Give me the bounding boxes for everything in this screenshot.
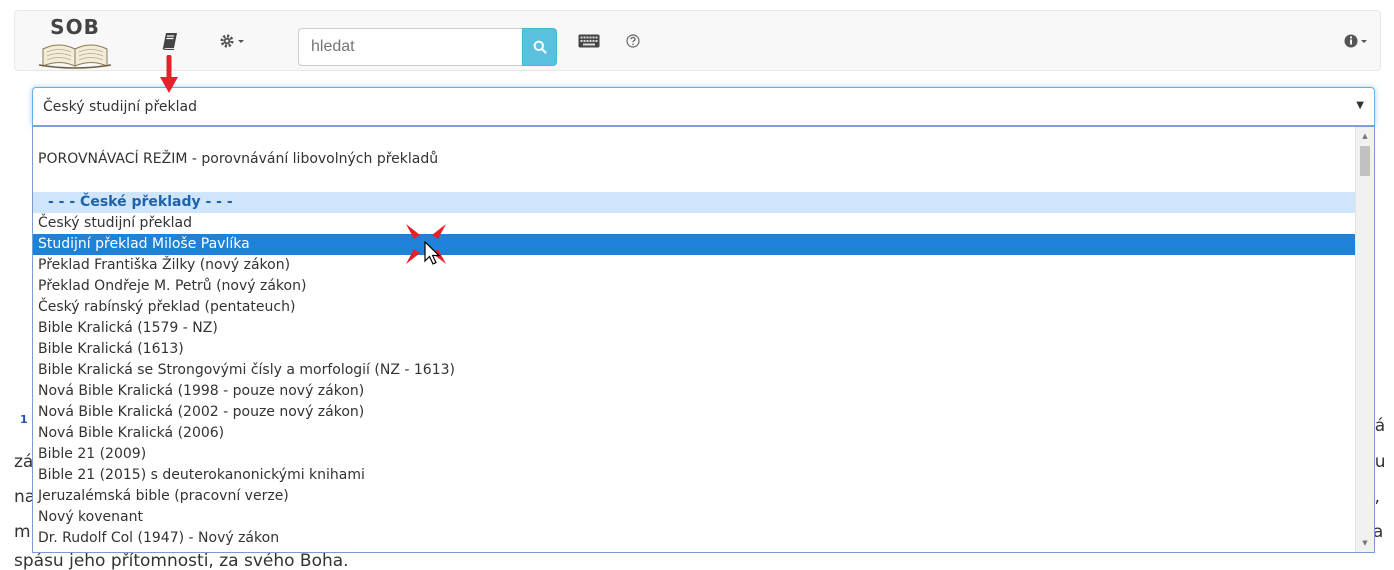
info-menu-icon[interactable] <box>1344 29 1370 53</box>
gear-icon[interactable] <box>219 29 249 53</box>
translation-option[interactable]: Studijní překlad Miloše Pavlíka <box>33 234 1356 255</box>
dropdown-scrollbar[interactable]: ▲ ▼ <box>1355 127 1374 552</box>
open-book-logo-icon <box>38 44 112 69</box>
translation-option[interactable]: Jeruzalémská bible (pracovní verze) <box>33 486 1356 507</box>
logo-text: SOB <box>50 15 100 39</box>
search-icon <box>533 40 547 54</box>
verse-number[interactable]: 1 <box>20 413 28 426</box>
book-icon[interactable] <box>162 29 178 53</box>
translation-option[interactable]: Překlad Ondřeje M. Petrů (nový zákon) <box>33 276 1356 297</box>
keyboard-icon[interactable] <box>578 29 600 53</box>
translation-option[interactable]: Nový kovenant <box>33 507 1356 528</box>
navbar: SOB <box>14 10 1381 71</box>
option-compare-mode[interactable]: POROVNÁVACÍ REŽIM - porovnávání libovoln… <box>33 149 1356 170</box>
search-input[interactable] <box>298 28 523 66</box>
search-button[interactable] <box>522 28 557 66</box>
translation-option[interactable]: Bible Kralická se Strongovými čísly a mo… <box>33 360 1356 381</box>
translation-option[interactable]: Nová Bible Kralická (2006) <box>33 423 1356 444</box>
translation-option[interactable]: Bible 21 (2015) s deuterokanonickými kni… <box>33 465 1356 486</box>
translation-select-value: Český studijní překlad <box>43 98 197 115</box>
translation-select[interactable]: Český studijní překlad ▼ <box>32 87 1375 126</box>
scroll-thumb[interactable] <box>1360 146 1370 176</box>
translation-option[interactable]: Český rabínský překlad (pentateuch) <box>33 297 1356 318</box>
optgroup-czech-translations: - - - České překlady - - - <box>33 192 1356 213</box>
select-caret-icon: ▼ <box>1356 100 1364 111</box>
translation-option[interactable]: Bible Kralická (1579 - NZ) <box>33 318 1356 339</box>
scroll-down-arrow-icon[interactable]: ▼ <box>1356 536 1374 550</box>
help-icon[interactable] <box>626 29 640 53</box>
translation-option[interactable]: Nová Bible Kralická (2002 - pouze nový z… <box>33 402 1356 423</box>
translation-option[interactable]: Překlad Františka Žilky (nový zákon) <box>33 255 1356 276</box>
mouse-cursor-icon <box>424 241 441 265</box>
red-arrow-annotation <box>160 55 178 93</box>
caret-down-icon <box>1361 40 1367 43</box>
translation-option[interactable]: Český studijní překlad <box>33 213 1356 234</box>
scroll-up-arrow-icon[interactable]: ▲ <box>1356 129 1374 143</box>
caret-down-icon <box>238 40 244 43</box>
translation-option[interactable]: Bible 21 (2009) <box>33 444 1356 465</box>
bg-text-line: spásu jeho přítomnosti, za svého Boha. <box>14 551 349 570</box>
sob-logo[interactable]: SOB <box>37 15 113 69</box>
translation-dropdown-list[interactable]: POROVNÁVACÍ REŽIM - porovnávání libovoln… <box>32 126 1375 553</box>
translation-option[interactable]: Nová Bible Kralická (1998 - pouze nový z… <box>33 381 1356 402</box>
translation-option[interactable]: Dr. Rudolf Col (1947) - Nový zákon <box>33 528 1356 549</box>
translation-option[interactable]: Bible Kralická (1613) <box>33 339 1356 360</box>
